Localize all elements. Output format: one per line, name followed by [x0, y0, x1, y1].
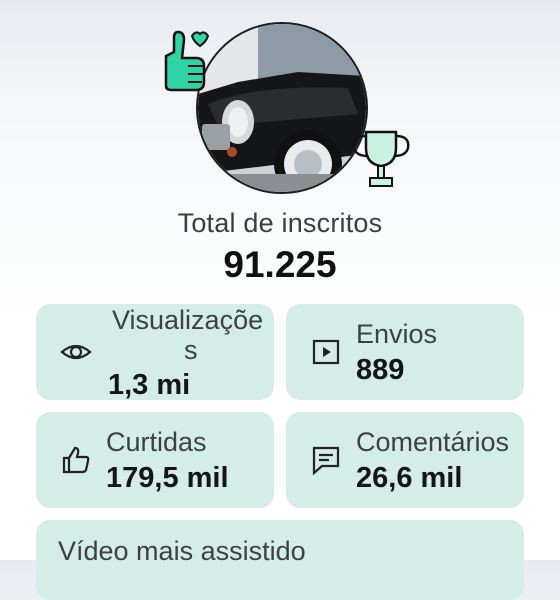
likes-label: Curtidas	[106, 427, 207, 457]
uploads-label: Envios	[356, 319, 438, 349]
thumbs-up-badge-icon	[152, 26, 210, 92]
comment-icon	[310, 444, 342, 476]
most-watched-video-label: Vídeo mais assistido	[58, 536, 306, 566]
uploads-value: 889	[356, 354, 405, 386]
likes-card[interactable]: Curtidas 179,5 mil	[36, 412, 274, 508]
views-label-line2: s	[184, 335, 198, 365]
total-subscribers-label: Total de inscritos	[177, 208, 383, 238]
most-watched-video-card[interactable]: Vídeo mais assistido	[36, 520, 524, 600]
comments-card[interactable]: Comentários 26,6 mil	[286, 412, 524, 508]
uploads-card[interactable]: Envios 889	[286, 304, 524, 400]
views-card[interactable]: Visualizaçõe s 1,3 mi	[36, 304, 274, 401]
comments-label: Comentários	[356, 427, 510, 457]
eye-icon	[60, 336, 92, 368]
play-box-icon	[310, 336, 342, 368]
comments-value: 26,6 mil	[356, 462, 463, 494]
views-value: 1,3 mi	[108, 369, 191, 401]
views-label-line1: Visualizaçõe	[112, 305, 264, 335]
avatar-image	[196, 22, 368, 194]
likes-value: 179,5 mil	[106, 462, 229, 494]
trophy-badge-icon	[346, 124, 416, 190]
total-subscribers-value: 91.225	[223, 244, 337, 285]
channel-avatar[interactable]	[196, 22, 368, 194]
thumbs-up-icon	[60, 444, 92, 476]
